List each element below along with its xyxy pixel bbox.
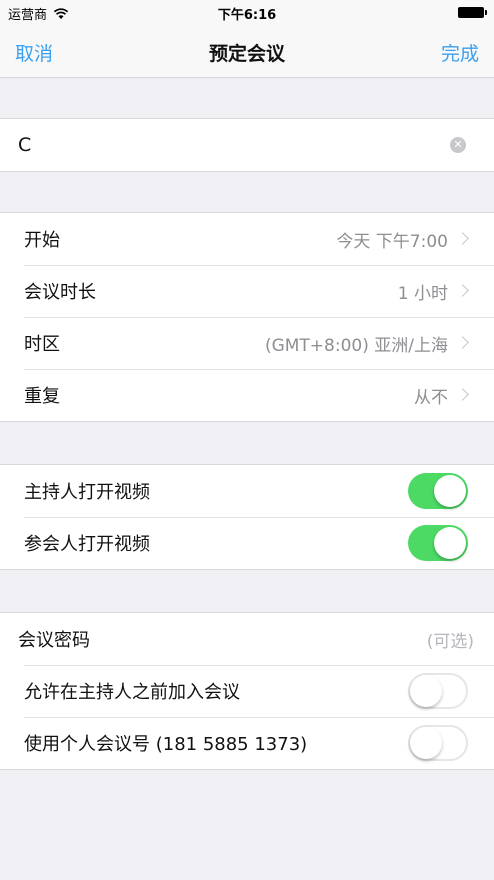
host-video-toggle[interactable] (408, 473, 468, 509)
toggle-knob (434, 475, 466, 507)
options-group: 会议密码 (可选) 允许在主持人之前加入会议 使用个人会议号 (181 5885… (0, 612, 494, 770)
start-time-label: 开始 (24, 230, 60, 251)
password-row[interactable]: 会议密码 (可选) (0, 613, 494, 665)
duration-label: 会议时长 (24, 282, 96, 303)
password-label: 会议密码 (18, 630, 90, 651)
host-video-row: 主持人打开视频 (0, 465, 494, 517)
meeting-name-value[interactable]: C (18, 134, 31, 156)
toggle-knob (410, 727, 442, 759)
video-group: 主持人打开视频 参会人打开视频 (0, 464, 494, 570)
status-bar: 运营商 下午6:16 (0, 0, 494, 24)
clock: 下午6:16 (217, 8, 277, 23)
personal-meeting-id-row: 使用个人会议号 (181 5885 1373) (0, 717, 494, 769)
clear-icon[interactable]: ✕ (450, 137, 466, 153)
join-before-host-row: 允许在主持人之前加入会议 (0, 665, 494, 717)
chevron-right-icon (456, 284, 469, 297)
duration-row[interactable]: 会议时长 1 小时 (0, 265, 494, 317)
repeat-label: 重复 (24, 386, 60, 407)
toggle-knob (434, 527, 466, 559)
navigation-bar: 取消 预定会议 完成 (0, 24, 494, 78)
personal-meeting-id-label: 使用个人会议号 (181 5885 1373) (24, 734, 308, 755)
schedule-group: 开始 今天 下午7:00 会议时长 1 小时 时区 (GMT+8:00) 亚洲/… (0, 212, 494, 422)
meeting-name-group: C ✕ (0, 118, 494, 172)
chevron-right-icon (456, 336, 469, 349)
start-time-value: 今天 下午7:00 (336, 231, 448, 252)
timezone-label: 时区 (24, 334, 60, 355)
timezone-value: (GMT+8:00) 亚洲/上海 (264, 335, 448, 356)
start-time-row[interactable]: 开始 今天 下午7:00 (0, 213, 494, 265)
chevron-right-icon (456, 232, 469, 245)
toggle-knob (410, 675, 442, 707)
join-before-host-label: 允许在主持人之前加入会议 (24, 682, 240, 703)
duration-value: 1 小时 (397, 283, 448, 304)
page-title: 预定会议 (208, 43, 285, 65)
participant-video-label: 参会人打开视频 (24, 534, 150, 555)
password-input[interactable]: (可选) (427, 627, 474, 652)
battery-icon (458, 7, 487, 18)
chevron-right-icon (456, 388, 469, 401)
host-video-label: 主持人打开视频 (24, 482, 150, 503)
join-before-host-toggle[interactable] (408, 673, 468, 709)
done-button[interactable]: 完成 (441, 39, 479, 66)
repeat-row[interactable]: 重复 从不 (0, 369, 494, 421)
participant-video-row: 参会人打开视频 (0, 517, 494, 569)
participant-video-toggle[interactable] (408, 525, 468, 561)
meeting-name-field[interactable]: C ✕ (0, 119, 494, 171)
personal-meeting-id-toggle[interactable] (408, 725, 468, 761)
timezone-row[interactable]: 时区 (GMT+8:00) 亚洲/上海 (0, 317, 494, 369)
repeat-value: 从不 (414, 387, 448, 408)
